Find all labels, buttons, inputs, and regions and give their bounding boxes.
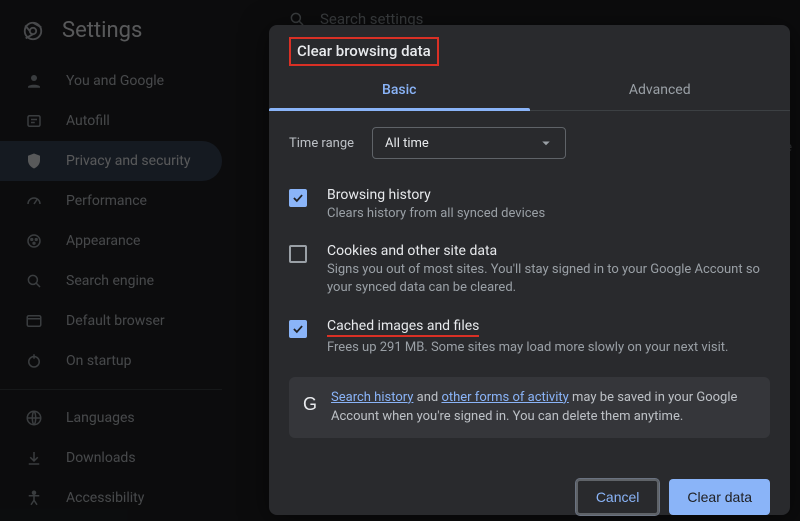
dialog-title-highlight: Clear browsing data <box>289 37 439 66</box>
sidebar-item-autofill[interactable]: Autofill <box>0 101 222 141</box>
autofill-icon <box>24 111 44 131</box>
google-activity-info: G Search history and other forms of acti… <box>289 377 770 439</box>
sidebar-item-label: Performance <box>66 193 147 209</box>
downloads-icon <box>24 448 44 468</box>
cancel-button[interactable]: Cancel <box>576 479 660 515</box>
tab-label: Advanced <box>629 82 691 98</box>
sidebar-item-label: Languages <box>66 410 135 426</box>
search-icon <box>24 271 44 291</box>
sidebar-item-label: Downloads <box>66 450 136 466</box>
sidebar-item-label: Default browser <box>66 313 165 329</box>
sidebar-item-search-engine[interactable]: Search engine <box>0 261 222 301</box>
startup-icon <box>24 351 44 371</box>
link-search-history[interactable]: Search history <box>331 390 413 405</box>
check-icon <box>291 322 305 336</box>
clear-browsing-data-dialog: Clear browsing data Basic Advanced Time … <box>269 25 790 515</box>
accessibility-icon <box>24 488 44 508</box>
sidebar-item-label: Autofill <box>66 113 110 129</box>
option-title: Browsing history <box>327 187 545 203</box>
languages-icon <box>24 408 44 428</box>
chrome-logo-icon <box>22 20 44 42</box>
sidebar-item-downloads[interactable]: Downloads <box>0 438 222 478</box>
option-browsing-history: Browsing history Clears history from all… <box>289 177 770 233</box>
sidebar-item-privacy-security[interactable]: Privacy and security <box>0 141 222 181</box>
clear-data-button[interactable]: Clear data <box>669 479 770 515</box>
sidebar-item-label: Accessibility <box>66 490 144 506</box>
time-range-select[interactable]: All time <box>372 127 566 159</box>
settings-sidebar: Settings You and Google Autofill Privacy… <box>0 0 240 521</box>
option-cached-images: Cached images and files Frees up 291 MB.… <box>289 308 770 367</box>
sidebar-item-accessibility[interactable]: Accessibility <box>0 478 222 518</box>
sidebar-item-you-and-google[interactable]: You and Google <box>0 61 222 101</box>
option-description: Frees up 291 MB. Some sites may load mor… <box>327 339 728 357</box>
tab-label: Basic <box>382 82 416 98</box>
shield-icon <box>24 151 44 171</box>
time-range-label: Time range <box>289 136 354 151</box>
person-icon <box>24 71 44 91</box>
sidebar-item-performance[interactable]: Performance <box>0 181 222 221</box>
sidebar-item-label: Privacy and security <box>66 153 190 169</box>
dialog-actions: Cancel Clear data <box>269 461 790 515</box>
sidebar-item-label: On startup <box>66 353 132 369</box>
checkbox-cookies[interactable] <box>289 245 307 263</box>
checkbox-browsing-history[interactable] <box>289 189 307 207</box>
option-description: Signs you out of most sites. You'll stay… <box>327 261 770 297</box>
check-icon <box>291 191 305 205</box>
tab-basic[interactable]: Basic <box>269 72 530 110</box>
option-description: Clears history from all synced devices <box>327 205 545 223</box>
select-value: All time <box>385 136 429 151</box>
tab-advanced[interactable]: Advanced <box>530 72 791 110</box>
page-title: Settings <box>62 18 142 43</box>
dialog-tabs: Basic Advanced <box>269 72 790 111</box>
option-cookies: Cookies and other site data Signs you ou… <box>289 233 770 307</box>
option-title: Cached images and files <box>327 318 728 337</box>
sidebar-item-label: You and Google <box>66 73 164 89</box>
sidebar-item-label: Search engine <box>66 273 154 289</box>
dialog-title: Clear browsing data <box>297 42 431 60</box>
link-other-activity[interactable]: other forms of activity <box>441 390 568 405</box>
sidebar-item-default-browser[interactable]: Default browser <box>0 301 222 341</box>
sidebar-item-label: Appearance <box>66 233 140 249</box>
checkbox-cached-images[interactable] <box>289 320 307 338</box>
chevron-down-icon <box>537 134 555 152</box>
appearance-icon <box>24 231 44 251</box>
sidebar-item-on-startup[interactable]: On startup <box>0 341 222 381</box>
option-title-highlight: Cached images and files <box>327 318 479 337</box>
sidebar-header: Settings <box>0 18 240 61</box>
performance-icon <box>24 191 44 211</box>
sidebar-separator <box>0 389 222 390</box>
browser-icon <box>24 311 44 331</box>
sidebar-item-languages[interactable]: Languages <box>0 398 222 438</box>
option-title: Cookies and other site data <box>327 243 770 259</box>
google-g-icon: G <box>303 391 317 417</box>
sidebar-item-appearance[interactable]: Appearance <box>0 221 222 261</box>
